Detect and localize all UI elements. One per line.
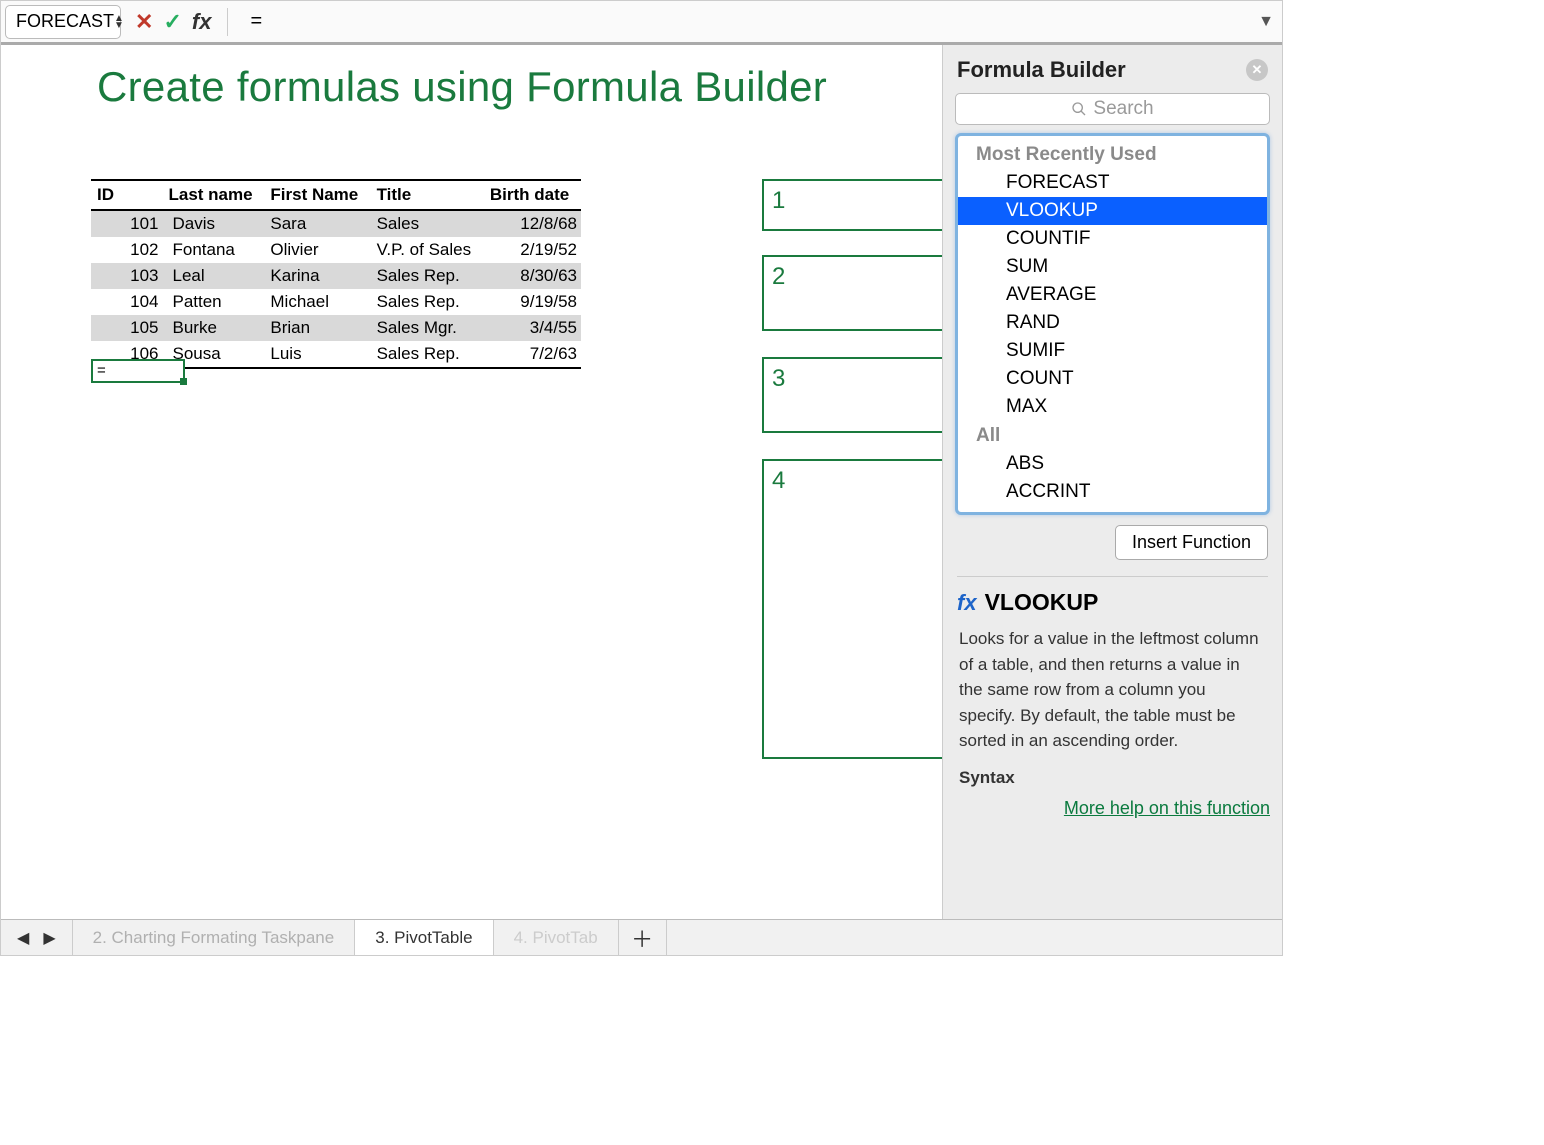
cell-first: Michael (264, 289, 370, 315)
search-placeholder: Search (1093, 98, 1153, 120)
cell-first: Brian (264, 315, 370, 341)
table-row[interactable]: 104 Patten Michael Sales Rep. 9/19/58 (91, 289, 581, 315)
cell-birth: 2/19/52 (484, 237, 581, 263)
search-input[interactable]: Search (955, 93, 1270, 125)
cell-last: Burke (166, 315, 264, 341)
cell-id: 104 (91, 289, 166, 315)
separator-icon (227, 8, 228, 36)
search-icon (1071, 101, 1087, 117)
table-row[interactable]: 103 Leal Karina Sales Rep. 8/30/63 (91, 263, 581, 289)
data-table: ID Last name First Name Title Birth date… (91, 179, 581, 369)
formula-bar-actions: ✕ ✓ fx (127, 8, 236, 36)
function-item[interactable]: VLOOKUP (958, 197, 1267, 225)
step-number: 2 (772, 263, 785, 291)
expand-formula-bar-icon[interactable]: ▼ (1254, 13, 1278, 31)
function-item[interactable]: FORECAST (958, 169, 1267, 197)
sheet-tab-bar: ◀ ▶ 2. Charting Formating Taskpane3. Piv… (1, 919, 1282, 955)
step-number: 4 (772, 467, 785, 495)
cell-title: Sales Rep. (371, 289, 484, 315)
close-icon[interactable]: ✕ (1246, 59, 1268, 81)
cell-id: 105 (91, 315, 166, 341)
help-function-name: VLOOKUP (985, 589, 1099, 616)
name-box-value: FORECAST (16, 11, 114, 32)
table-header-row: ID Last name First Name Title Birth date (91, 180, 581, 210)
function-item[interactable]: COUNTIF (958, 225, 1267, 253)
active-cell[interactable]: = (91, 359, 185, 383)
cell-first: Karina (264, 263, 370, 289)
function-item[interactable]: AVERAGE (958, 281, 1267, 309)
cell-id: 103 (91, 263, 166, 289)
table-row[interactable]: 105 Burke Brian Sales Mgr. 3/4/55 (91, 315, 581, 341)
formula-input[interactable] (242, 6, 1248, 37)
insert-function-button[interactable]: Insert Function (1115, 525, 1268, 560)
cell-title: V.P. of Sales (371, 237, 484, 263)
function-item[interactable]: SUMIF (958, 337, 1267, 365)
function-item[interactable]: COUNT (958, 365, 1267, 393)
col-firstname: First Name (264, 180, 370, 210)
function-item[interactable]: RAND (958, 309, 1267, 337)
cell-last: Patten (166, 289, 264, 315)
page-title: Create formulas using Formula Builder (1, 45, 942, 111)
enter-icon[interactable]: ✓ (163, 9, 181, 35)
cell-first: Olivier (264, 237, 370, 263)
sheet-tab[interactable]: 3. PivotTable (355, 920, 493, 955)
step-number: 1 (772, 187, 785, 215)
cell-first: Luis (264, 341, 370, 368)
col-lastname: Last name (166, 180, 264, 210)
builder-title: Formula Builder (957, 57, 1126, 83)
more-help-link[interactable]: More help on this function (1064, 798, 1270, 818)
col-title: Title (371, 180, 484, 210)
group-mru-label: Most Recently Used (958, 140, 1267, 169)
cell-first: Sara (264, 210, 370, 237)
cell-title: Sales Mgr. (371, 315, 484, 341)
cell-last: Fontana (166, 237, 264, 263)
help-description: Looks for a value in the leftmost column… (959, 626, 1266, 754)
table-row[interactable]: 102 Fontana Olivier V.P. of Sales 2/19/5… (91, 237, 581, 263)
cell-id: 102 (91, 237, 166, 263)
cell-birth: 12/8/68 (484, 210, 581, 237)
cell-last: Davis (166, 210, 264, 237)
function-item[interactable]: ACCRINT (958, 478, 1267, 506)
step-callout-2: 2 (762, 255, 942, 331)
step-callout-4: 4 (762, 459, 942, 759)
sheet-tab[interactable]: 4. PivotTab (494, 920, 619, 955)
active-cell-value: = (97, 362, 106, 379)
divider-icon (957, 576, 1268, 577)
name-box[interactable]: FORECAST ▲▼ (5, 5, 121, 39)
cell-birth: 3/4/55 (484, 315, 581, 341)
next-sheet-icon[interactable]: ▶ (43, 928, 55, 948)
step-callout-3: 3 (762, 357, 942, 433)
function-list[interactable]: Most Recently Used FORECASTVLOOKUPCOUNTI… (955, 133, 1270, 515)
step-callout-1: 1 (762, 179, 942, 231)
cell-birth: 9/19/58 (484, 289, 581, 315)
cell-birth: 8/30/63 (484, 263, 581, 289)
tab-nav: ◀ ▶ (1, 920, 73, 955)
worksheet-area[interactable]: Create formulas using Formula Builder ID… (1, 45, 942, 919)
cell-last: Leal (166, 263, 264, 289)
cell-title: Sales (371, 210, 484, 237)
sheet-tab[interactable]: 2. Charting Formating Taskpane (73, 920, 356, 955)
prev-sheet-icon[interactable]: ◀ (17, 928, 29, 948)
table-row[interactable]: 101 Davis Sara Sales 12/8/68 (91, 210, 581, 237)
name-box-stepper-icon[interactable]: ▲▼ (114, 15, 124, 29)
add-sheet-icon[interactable]: ＋ (619, 920, 667, 955)
function-item[interactable]: SUM (958, 253, 1267, 281)
function-item[interactable]: ABS (958, 450, 1267, 478)
syntax-label: Syntax (959, 768, 1270, 788)
fx-icon: fx (957, 590, 977, 616)
formula-bar: FORECAST ▲▼ ✕ ✓ fx ▼ (1, 1, 1282, 45)
function-help-title: fx VLOOKUP (957, 589, 1268, 616)
step-number: 3 (772, 365, 785, 393)
cell-title: Sales Rep. (371, 263, 484, 289)
cancel-icon[interactable]: ✕ (135, 9, 153, 35)
col-birthdate: Birth date (484, 180, 581, 210)
cell-id: 101 (91, 210, 166, 237)
col-id: ID (91, 180, 166, 210)
group-all-label: All (958, 421, 1267, 450)
formula-builder-panel: Formula Builder ✕ Search Most Recently U… (942, 45, 1282, 919)
cell-birth: 7/2/63 (484, 341, 581, 368)
function-item[interactable]: MAX (958, 393, 1267, 421)
fx-icon[interactable]: fx (192, 9, 218, 35)
cell-title: Sales Rep. (371, 341, 484, 368)
